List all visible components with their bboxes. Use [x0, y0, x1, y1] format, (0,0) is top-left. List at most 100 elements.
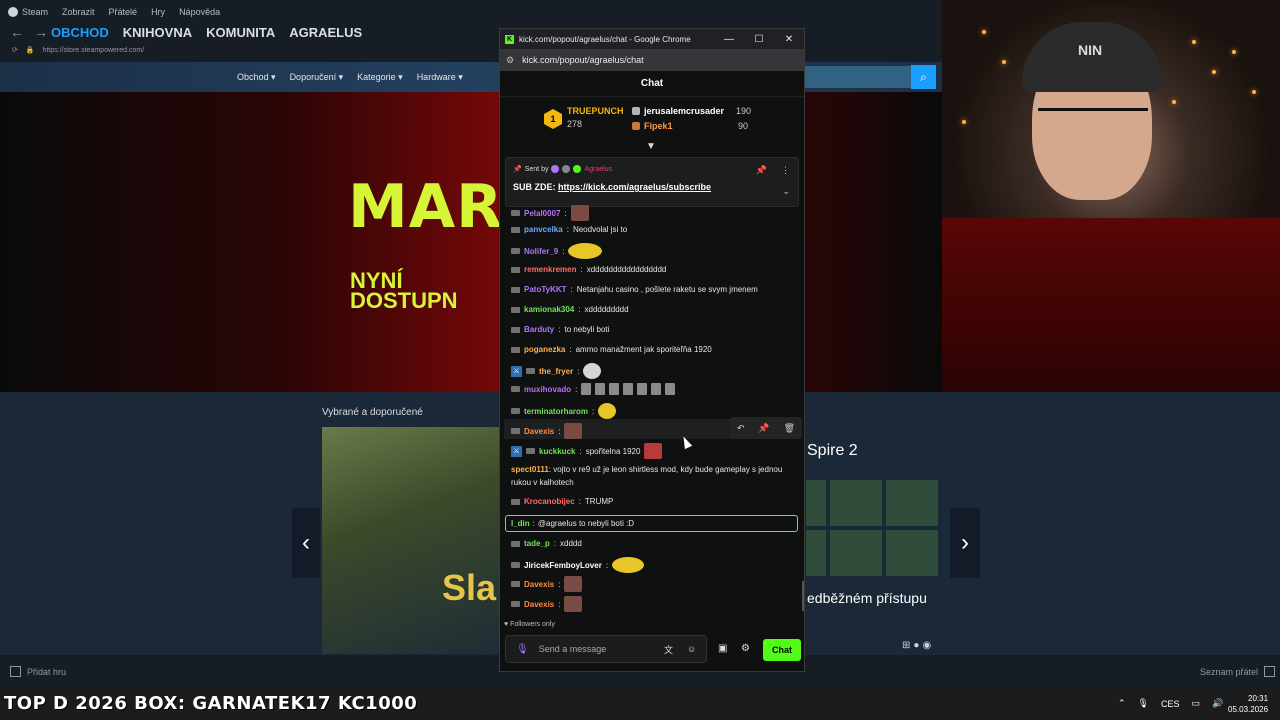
chat-username[interactable]: muxihovado — [524, 385, 571, 394]
banner-subtitle: DOSTUPN — [350, 288, 458, 313]
pin-icon[interactable]: 📌 — [756, 165, 767, 176]
chat-username[interactable]: Davexis — [524, 600, 554, 609]
chat-input[interactable]: 🎙 Send a message 文 ☺ — [505, 635, 707, 663]
chevron-up-icon[interactable]: ⌃ — [1118, 698, 1126, 709]
pin-icon: 📌 — [513, 166, 522, 173]
chat-username[interactable]: kamionak304 — [524, 305, 574, 314]
chat-username[interactable]: l_din — [511, 519, 530, 528]
emote-icon[interactable]: ☺ — [687, 644, 696, 654]
mic-icon[interactable]: 🎙 — [516, 644, 529, 655]
gear-icon[interactable]: ⚙ — [741, 643, 750, 654]
expand-leaderboard-icon[interactable]: ▼ — [646, 141, 656, 152]
emote-icon — [564, 576, 583, 592]
game-screenshots — [806, 480, 942, 580]
language-indicator[interactable]: CES — [1161, 699, 1180, 709]
screenshot-thumb[interactable] — [886, 480, 938, 526]
badge-icon — [511, 428, 520, 434]
chrome-url[interactable]: kick.com/popout/agraelus/chat — [522, 55, 644, 65]
carousel-prev-button[interactable]: ‹ — [292, 508, 320, 578]
pinned-prefix: SUB ZDE: — [513, 182, 558, 192]
chat-text: Neodvolal jsi to — [572, 225, 628, 234]
chat-username[interactable]: Pelal0007 — [524, 209, 560, 218]
leaderboard-user-3: Fipek1 — [644, 121, 673, 131]
screenshot-thumb[interactable] — [806, 530, 826, 576]
store-menu-item[interactable]: Obchod ▾ — [237, 72, 276, 83]
screenshot-thumb[interactable] — [830, 530, 882, 576]
chat-username[interactable]: Barduty — [524, 325, 554, 334]
emote-icon — [609, 383, 620, 395]
game-capsule-art[interactable]: Sla — [322, 427, 500, 654]
tab-library[interactable]: KNIHOVNA — [123, 25, 192, 40]
screenshot-thumb[interactable] — [886, 530, 938, 576]
mic-icon[interactable]: 🎙 — [1138, 698, 1149, 709]
chat-scrollbar[interactable] — [802, 581, 804, 611]
badge-icon — [526, 448, 535, 454]
tab-profile[interactable]: AGRAELUS — [289, 25, 362, 40]
chat-username[interactable]: spect0111 — [511, 465, 549, 474]
chat-username[interactable]: kuckkuck — [539, 447, 575, 456]
network-icon[interactable]: ▭ — [1192, 698, 1201, 709]
site-info-icon[interactable]: ⚙ — [506, 55, 514, 66]
chat-username[interactable]: Nolifer_9 — [524, 247, 558, 256]
chat-username[interactable]: panvcelka — [524, 225, 563, 234]
chat-messages: ↶ 📌 🗑 Pelal0007: panvcelka: Neodvolal js… — [500, 201, 804, 617]
screenshot-thumb[interactable] — [830, 480, 882, 526]
carousel-next-button[interactable]: › — [950, 508, 980, 578]
chat-username[interactable]: the_fryer — [539, 367, 573, 376]
send-chat-button[interactable]: Chat — [763, 639, 801, 661]
store-menu-item[interactable]: Doporučení ▾ — [290, 72, 344, 83]
steam-menu-steam[interactable]: Steam — [8, 7, 48, 17]
system-tray: ⌃ 🎙 CES ▭ 🔊 — [1118, 698, 1223, 709]
chat-username[interactable]: terminatorharom — [524, 407, 588, 416]
search-icon[interactable]: ⌕ — [911, 65, 936, 89]
gift-leaderboard: 1 TRUEPUNCH 278 jerusalemcrusader 190 Fi… — [500, 97, 804, 141]
chat-username[interactable]: JiricekFemboyLover — [524, 561, 602, 570]
friends-list-button[interactable]: Seznam přátel — [1200, 666, 1276, 677]
badge-icon — [511, 581, 520, 587]
emote-icon — [583, 363, 602, 379]
tab-community[interactable]: KOMUNITA — [206, 25, 275, 40]
lock-icon: 🔒 — [25, 47, 35, 54]
subscribe-link[interactable]: https://kick.com/agraelus/subscribe — [558, 182, 711, 192]
forward-icon[interactable]: → — [34, 24, 48, 40]
chat-username[interactable]: remenkremen — [524, 265, 576, 274]
chat-username[interactable]: Davexis — [524, 580, 554, 589]
leaderboard-row-2[interactable]: jerusalemcrusader — [632, 106, 724, 116]
steam-menu-help[interactable]: Nápověda — [179, 7, 220, 17]
translate-icon[interactable]: 文 — [664, 643, 673, 656]
chat-username[interactable]: poganezka — [524, 345, 565, 354]
leaderboard-user-2: jerusalemcrusader — [644, 106, 725, 116]
add-game-button[interactable]: Přidat hru — [10, 666, 66, 677]
emote-icon — [598, 403, 617, 419]
volume-icon[interactable]: 🔊 — [1212, 698, 1223, 709]
more-icon[interactable]: ⋮ — [781, 165, 790, 176]
leaderboard-user-1[interactable]: TRUEPUNCH — [567, 106, 624, 116]
chrome-titlebar[interactable]: K kick.com/popout/agraelus/chat - Google… — [500, 29, 804, 49]
taskbar-clock[interactable]: 20:31 05.03.2026 — [1228, 693, 1268, 715]
windows-icon: ⊞ — [902, 640, 911, 651]
screenshot-thumb[interactable] — [806, 480, 826, 526]
gift-icon[interactable]: ▣ — [718, 643, 727, 654]
steam-menu-view[interactable]: Zobrazit — [62, 7, 95, 17]
close-icon[interactable]: ✕ — [774, 29, 804, 49]
chat-username[interactable]: Krocanobijec — [524, 497, 575, 506]
steam-menu-games[interactable]: Hry — [151, 7, 165, 17]
store-search-input[interactable] — [805, 66, 911, 88]
leaderboard-row-3[interactable]: Fipek1 — [632, 121, 673, 131]
back-icon[interactable]: ← — [10, 24, 24, 40]
store-menu-item[interactable]: Kategorie ▾ — [357, 72, 403, 83]
chat-username[interactable]: Davexis — [524, 427, 554, 436]
reload-icon[interactable]: ⟳ — [12, 46, 18, 54]
maximize-icon[interactable]: ☐ — [744, 29, 774, 49]
steam-url[interactable]: https://store.steampowered.com/ — [43, 47, 145, 54]
chat-username[interactable]: tade_p — [524, 539, 550, 548]
steam-menu-friends[interactable]: Přátelé — [109, 7, 138, 17]
store-menu-item[interactable]: Hardware ▾ — [417, 72, 463, 83]
game-title[interactable]: Spire 2 — [807, 442, 858, 460]
chat-message: Nolifer_9: — [511, 243, 801, 259]
chevron-down-icon[interactable]: ⌄ — [782, 186, 790, 197]
minimize-icon[interactable]: — — [714, 29, 744, 49]
chat-username[interactable]: PatoTyKKT — [524, 285, 567, 294]
tab-store[interactable]: OBCHOD — [51, 25, 109, 40]
pinned-author[interactable]: Agraelus — [584, 166, 612, 173]
